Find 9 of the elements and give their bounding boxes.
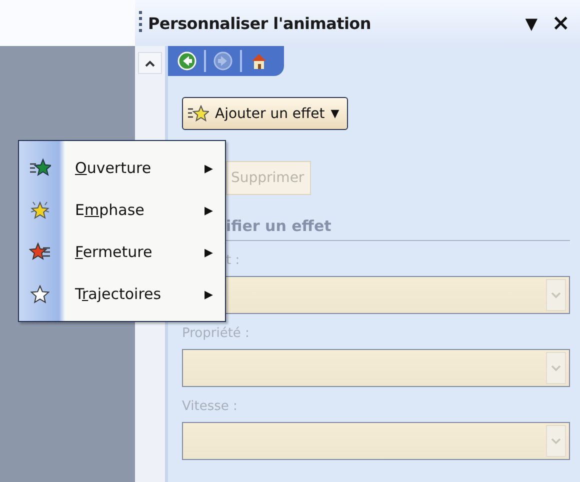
- pane-title: Personnaliser l'animation: [148, 14, 372, 32]
- submenu-arrow-icon: ▶: [204, 288, 213, 300]
- field-label: Vitesse :: [182, 399, 238, 414]
- submenu-arrow-icon: ▶: [204, 162, 213, 174]
- submenu-arrow-icon: ▶: [204, 204, 213, 216]
- submenu-arrow-icon: ▶: [204, 246, 213, 258]
- field-label: Propriété :: [182, 326, 250, 341]
- section-heading: ifier un effet: [226, 217, 332, 235]
- field-label: t :: [226, 253, 240, 268]
